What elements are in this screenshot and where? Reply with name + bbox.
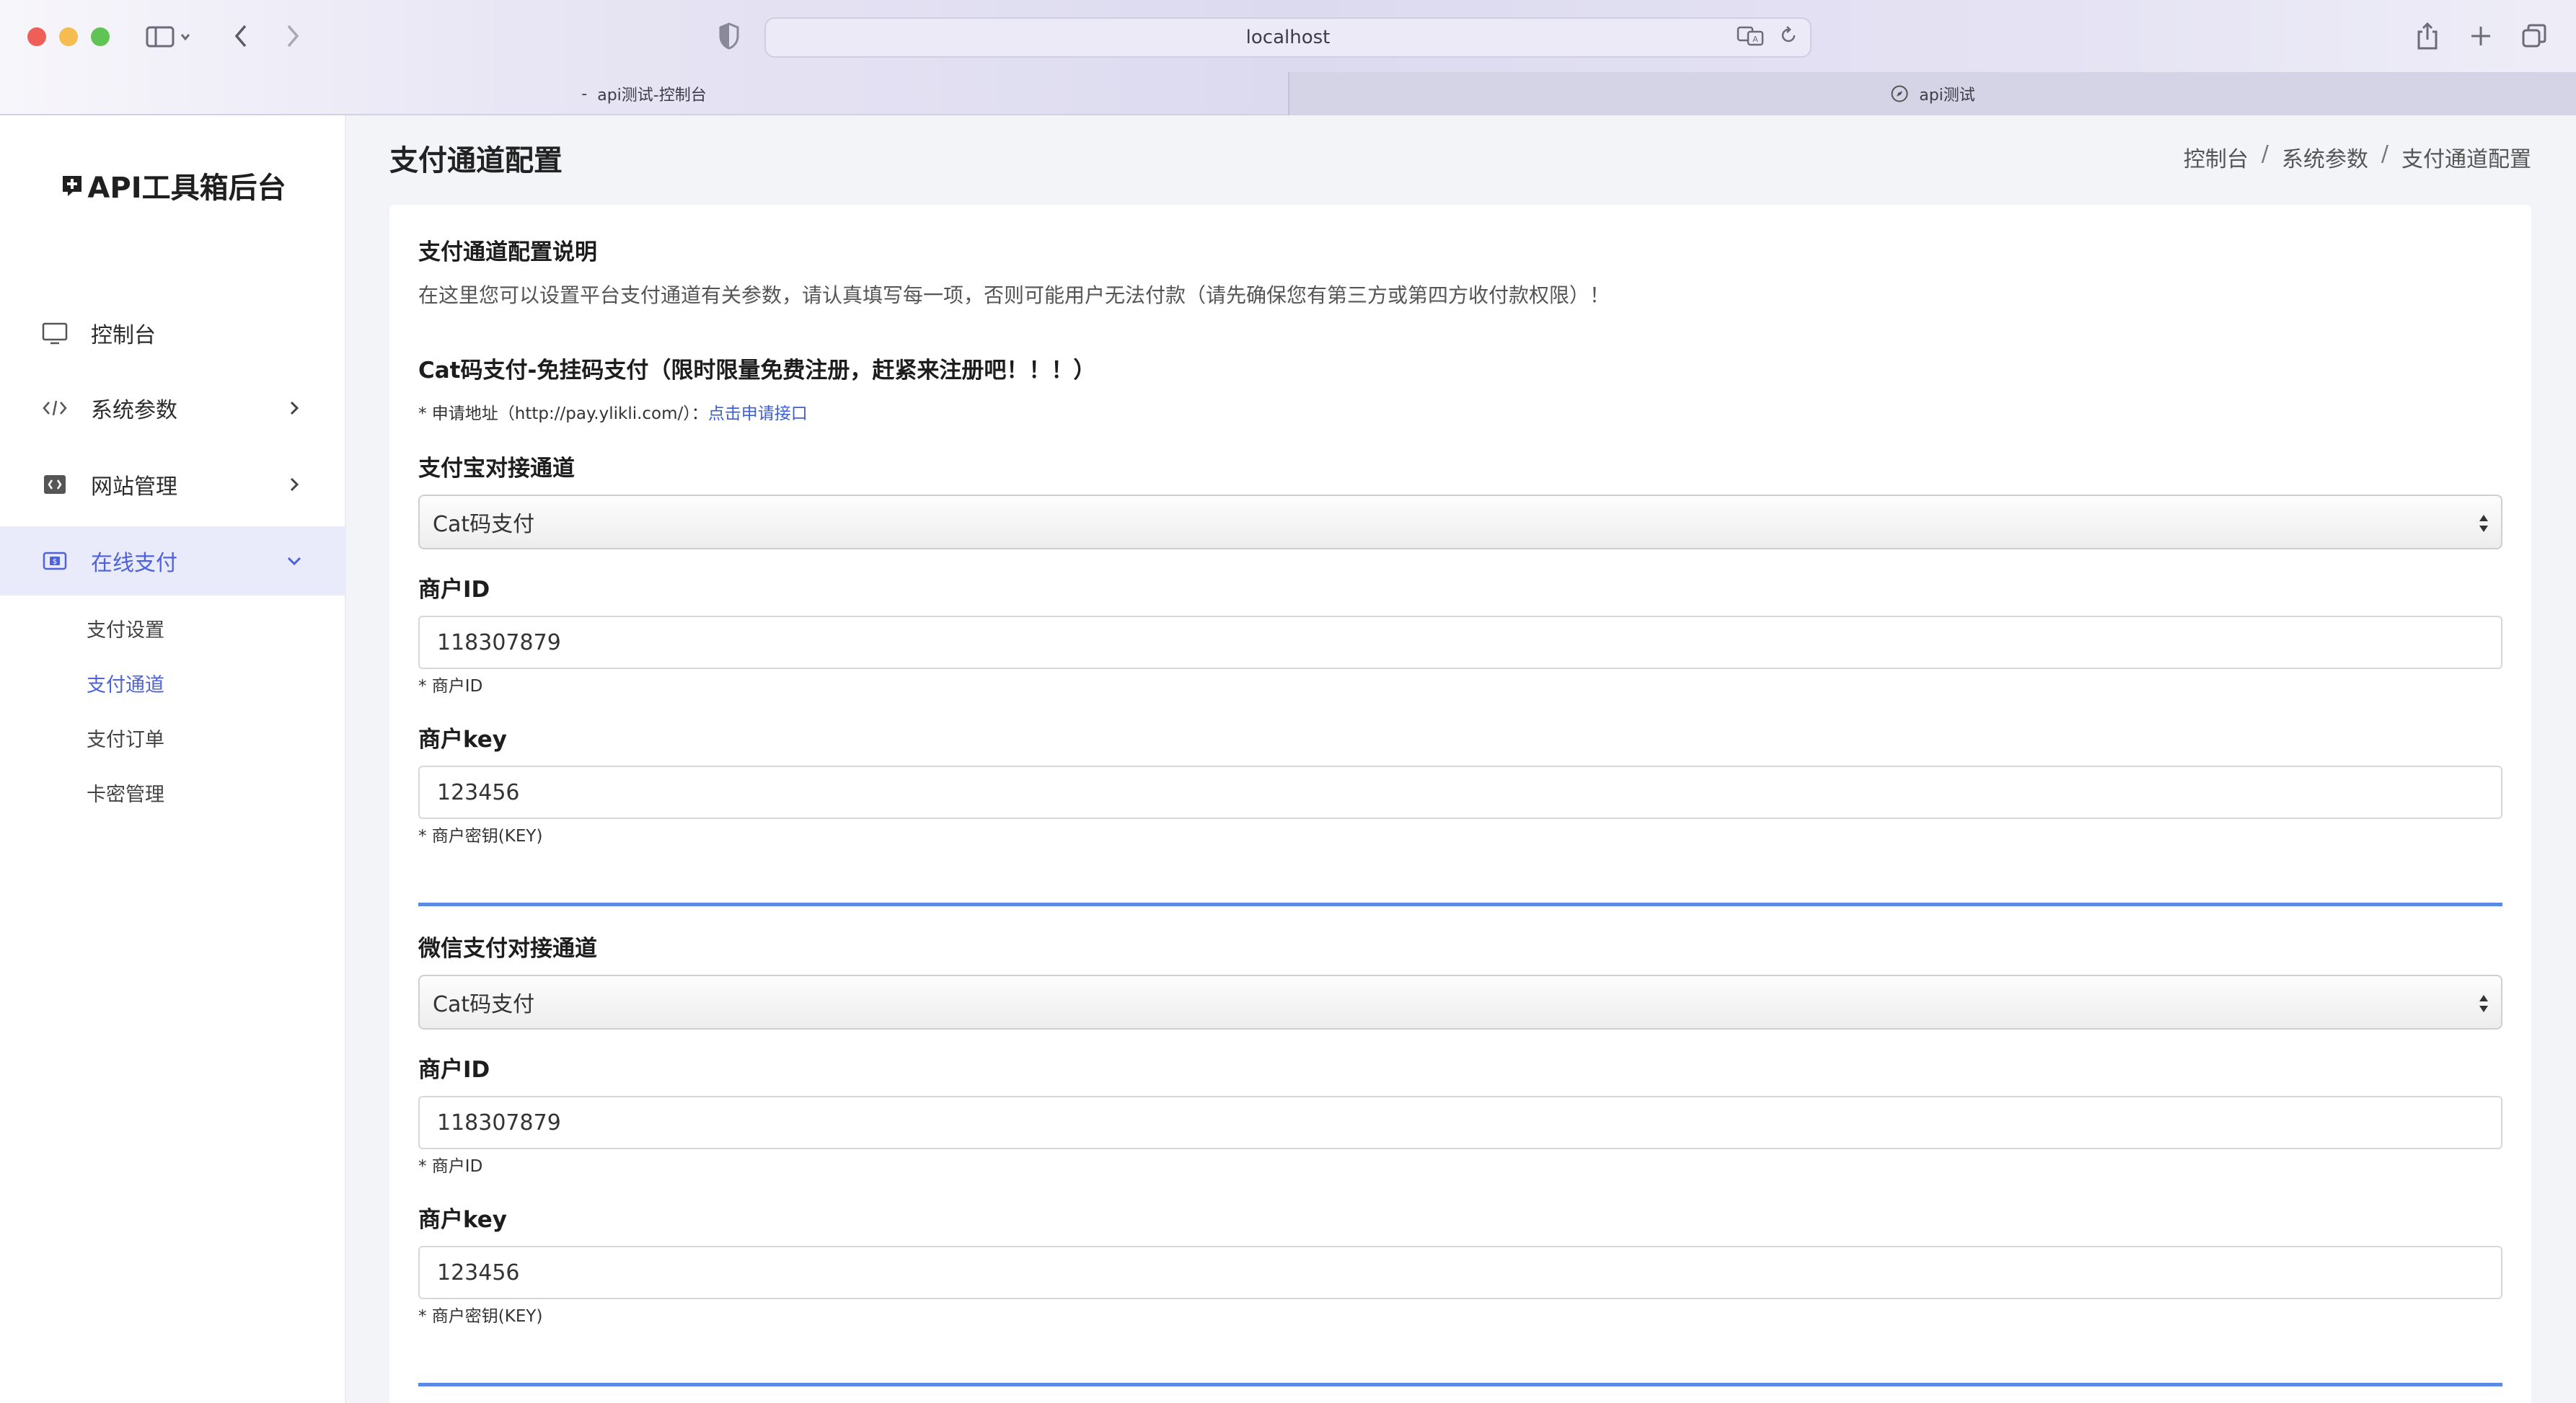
- sidebar-subitem-payment-channels[interactable]: 支付通道: [87, 669, 164, 697]
- intro-description: 在这里您可以设置平台支付通道有关参数，请认真填写每一项，否则可能用户无法付款（请…: [418, 283, 1610, 307]
- alipay-channel-label: 支付宝对接通道: [418, 456, 575, 482]
- alipay-channel-select[interactable]: Cat码支付: [418, 495, 2502, 549]
- monitor-icon: [40, 319, 69, 348]
- sidebar-item-label: 系统参数: [91, 398, 177, 423]
- plus-icon: [2471, 27, 2490, 45]
- page-title: 支付通道配置: [389, 144, 563, 177]
- breadcrumb-current: 支付通道配置: [2401, 147, 2531, 172]
- sidebar-item-label: 网站管理: [91, 474, 177, 500]
- payment-icon: $: [40, 546, 69, 575]
- wechat-merchant-key-hint: * 商户密钥(KEY): [418, 1307, 543, 1326]
- apply-address-text: * 申请地址（http://pay.ylikli.com/）：: [418, 404, 708, 423]
- tab-overview-button[interactable]: [2520, 17, 2549, 55]
- sidebar-toggle-button[interactable]: [140, 17, 198, 55]
- sidebar-subitem-payment-orders[interactable]: 支付订单: [87, 724, 164, 752]
- wechat-merchant-key-input[interactable]: [418, 1246, 2502, 1299]
- back-button[interactable]: [226, 17, 255, 55]
- svg-text:$: $: [53, 558, 57, 566]
- sidebar-item-label: 在线支付: [91, 551, 177, 576]
- breadcrumb: 控制台 / 系统参数 / 支付通道配置: [2184, 141, 2531, 173]
- sidebar-subitem-card-keys[interactable]: 卡密管理: [87, 779, 164, 807]
- sidebar-toggle-icon: [146, 26, 190, 48]
- tab-bar: - api测试-控制台 api测试: [0, 72, 2576, 115]
- tab-label: api测试-控制台: [597, 87, 707, 105]
- section-divider: [418, 903, 2502, 906]
- tabs-icon: [2522, 24, 2546, 48]
- alipay-merchant-key-hint: * 商户密钥(KEY): [418, 827, 543, 846]
- reload-icon[interactable]: [1778, 25, 1799, 50]
- wechat-merchant-id-input[interactable]: [418, 1096, 2502, 1149]
- privacy-shield-icon[interactable]: [718, 22, 740, 53]
- chevron-down-icon: [283, 549, 306, 572]
- sidebar-item-system-params[interactable]: 系统参数: [0, 373, 346, 443]
- brand-logo[interactable]: API工具箱后台: [0, 164, 346, 206]
- brand-plus-icon: [63, 176, 82, 196]
- alipay-merchant-key-label: 商户key: [418, 727, 508, 753]
- breadcrumb-separator: /: [2261, 141, 2269, 167]
- intro-title: 支付通道配置说明: [418, 239, 597, 265]
- alipay-merchant-id-hint: * 商户ID: [418, 677, 483, 696]
- brand-name: API工具箱后台: [87, 172, 286, 205]
- cat-pay-title: Cat码支付-免挂码支付（限时限量免费注册，赶紧来注册吧！！！）: [418, 358, 1096, 384]
- select-arrows-icon: [2479, 515, 2488, 532]
- breadcrumb-separator: /: [2381, 141, 2388, 167]
- address-text: localhost: [1245, 27, 1331, 48]
- tab-label: api测试: [1919, 87, 1975, 105]
- wechat-merchant-id-hint: * 商户ID: [418, 1157, 483, 1176]
- sidebar: API工具箱后台 控制台 系统参数 网站管理 $ 在线支付 支付设置 支付通道 …: [0, 115, 346, 1403]
- close-window-button[interactable]: [27, 27, 46, 46]
- sidebar-item-label: 控制台: [91, 323, 156, 348]
- translate-icon[interactable]: A: [1737, 25, 1765, 51]
- wechat-channel-select[interactable]: Cat码支付: [418, 975, 2502, 1030]
- tab-prefix: -: [581, 84, 588, 103]
- svg-text:A: A: [1752, 35, 1758, 44]
- share-icon: [2417, 22, 2438, 50]
- sidebar-item-console[interactable]: 控制台: [0, 298, 346, 368]
- sidebar-subitem-payment-settings[interactable]: 支付设置: [87, 614, 164, 642]
- breadcrumb-system-params[interactable]: 系统参数: [2282, 141, 2368, 173]
- sidebar-item-online-payment[interactable]: $ 在线支付: [0, 526, 346, 596]
- breadcrumb-console[interactable]: 控制台: [2184, 141, 2249, 173]
- wechat-merchant-key-label: 商户key: [418, 1207, 508, 1233]
- code-icon: [40, 394, 69, 422]
- apply-link[interactable]: 点击申请接口: [708, 404, 808, 423]
- browser-chrome: localhost A - api测试-控制台 api测试: [0, 0, 2576, 115]
- alipay-merchant-id-label: 商户ID: [418, 577, 490, 603]
- wechat-merchant-id-label: 商户ID: [418, 1057, 490, 1083]
- apply-address-note: * 申请地址（http://pay.ylikli.com/）：点击申请接口: [418, 399, 808, 424]
- new-tab-button[interactable]: [2466, 17, 2495, 55]
- address-bar[interactable]: localhost A: [764, 17, 1812, 58]
- alipay-merchant-id-input[interactable]: [418, 616, 2502, 669]
- wechat-channel-label: 微信支付对接通道: [418, 936, 597, 962]
- chevron-right-icon: [283, 473, 306, 496]
- select-arrows-icon: [2479, 995, 2488, 1012]
- section-divider: [418, 1383, 2502, 1386]
- wechat-channel-value: Cat码支付: [433, 992, 535, 1017]
- share-button[interactable]: [2413, 17, 2442, 55]
- chevron-right-icon: [287, 25, 299, 48]
- config-card: 支付通道配置说明 在这里您可以设置平台支付通道有关参数，请认真填写每一项，否则可…: [389, 205, 2531, 1403]
- alipay-merchant-key-input[interactable]: [418, 766, 2502, 819]
- forward-button[interactable]: [278, 17, 307, 55]
- tab-console[interactable]: - api测试-控制台: [0, 72, 1288, 115]
- chevron-right-icon: [283, 397, 306, 420]
- minimize-window-button[interactable]: [59, 27, 78, 46]
- sidebar-item-site-management[interactable]: 网站管理: [0, 450, 346, 519]
- chevron-left-icon: [234, 25, 247, 48]
- compass-icon: [1891, 85, 1908, 102]
- window-controls: [27, 27, 110, 46]
- image-icon: [40, 470, 69, 499]
- tab-api-test[interactable]: api测试: [1288, 72, 2576, 115]
- alipay-channel-value: Cat码支付: [433, 512, 535, 537]
- maximize-window-button[interactable]: [91, 27, 110, 46]
